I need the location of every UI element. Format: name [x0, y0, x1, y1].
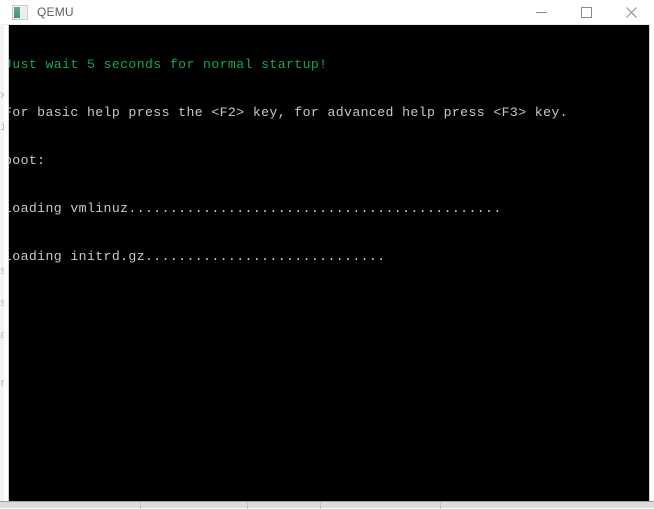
window-title: QEMU — [37, 5, 74, 19]
maximize-button[interactable] — [564, 0, 609, 24]
vm-display[interactable]: Just wait 5 seconds for normal startup! … — [8, 25, 650, 501]
qemu-icon-screen-right — [21, 6, 26, 18]
close-icon — [626, 6, 637, 18]
qemu-window: QEMU Just wait 5 seconds for normal star… — [4, 0, 654, 504]
console-text: Just wait 5 seconds for normal startup! … — [8, 25, 568, 297]
minimize-button[interactable] — [519, 0, 564, 24]
desktop-background: xissar QEMU Just wait 5 seconds for norm… — [0, 0, 654, 509]
bottom-edge-strip — [0, 501, 654, 509]
console-line-boot-prompt: boot: — [8, 153, 46, 168]
window-titlebar[interactable]: QEMU — [4, 0, 654, 25]
window-controls — [519, 0, 654, 24]
console-line-help-hint: For basic help press the <F2> key, for a… — [8, 105, 568, 120]
console-line-loading-vmlinuz: Loading vmlinuz.........................… — [8, 201, 502, 216]
qemu-monitor-icon — [12, 4, 28, 20]
console-line-banner: Just wait 5 seconds for normal startup! — [8, 57, 328, 72]
maximize-icon — [581, 6, 592, 18]
close-button[interactable] — [609, 0, 654, 24]
qemu-icon-screen-left — [14, 6, 20, 18]
console-line-loading-initrd: Loading initrd.gz.......................… — [8, 249, 386, 264]
minimize-icon — [536, 11, 547, 13]
